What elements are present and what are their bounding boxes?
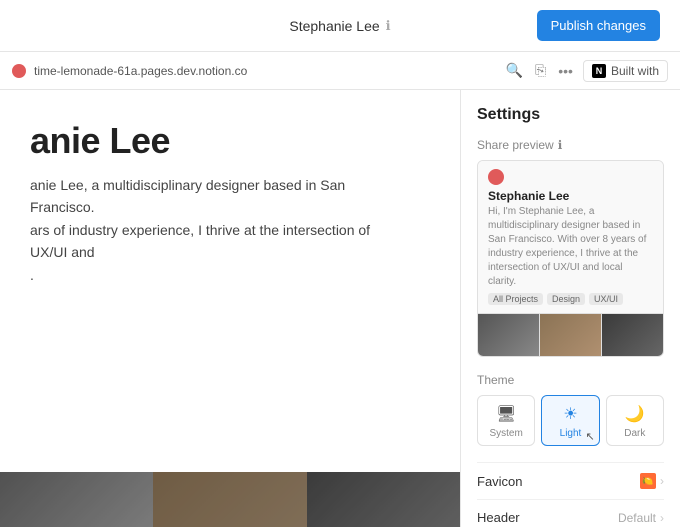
copy-icon[interactable]: ⎘ xyxy=(533,60,548,81)
tag-design: Design xyxy=(547,293,585,305)
info-icon[interactable]: ℹ xyxy=(386,18,391,34)
search-icon[interactable]: 🔍 xyxy=(504,60,525,81)
thumbnail-1 xyxy=(0,472,153,527)
share-img-1 xyxy=(478,314,540,356)
theme-dark-button[interactable]: 🌙 Dark xyxy=(606,395,664,446)
preview-title: anie Lee xyxy=(30,120,430,162)
dark-theme-icon: 🌙 xyxy=(625,404,645,424)
built-with-button[interactable]: N Built with xyxy=(583,60,668,82)
favicon-label: Favicon xyxy=(477,474,523,489)
theme-light-button[interactable]: ☀ Light ↖ xyxy=(541,395,599,446)
share-preview-card: Stephanie Lee Hi, I'm Stephanie Lee, a m… xyxy=(477,160,664,357)
share-tags: All Projects Design UX/UI xyxy=(488,293,653,305)
preview-panel: anie Lee anie Lee, a multidisciplinary d… xyxy=(0,90,460,527)
share-site-desc: Hi, I'm Stephanie Lee, a multidisciplina… xyxy=(488,205,653,289)
header-value-text: Default xyxy=(618,511,656,525)
share-site-title: Stephanie Lee xyxy=(488,189,653,203)
header-value: Default › xyxy=(618,511,664,525)
thumbnail-3 xyxy=(307,472,460,527)
main-area: anie Lee anie Lee, a multidisciplinary d… xyxy=(0,90,680,527)
tag-all-projects: All Projects xyxy=(488,293,543,305)
settings-panel: Settings Share preview ℹ Stephanie Lee H… xyxy=(460,90,680,527)
favicon-preview-icon: 🍋 xyxy=(640,473,656,489)
theme-options: 🖥 System ☀ Light ↖ 🌙 Dark xyxy=(477,395,664,446)
url-actions: 🔍 ⎘ ••• N Built with xyxy=(504,60,668,82)
built-with-label: Built with xyxy=(611,64,659,78)
more-icon[interactable]: ••• xyxy=(556,61,575,81)
share-preview-label: Share preview ℹ xyxy=(477,138,664,152)
share-images xyxy=(478,314,663,356)
favicon-value: 🍋 › xyxy=(640,473,664,489)
publish-button[interactable]: Publish changes xyxy=(537,10,660,41)
share-preview-header: Stephanie Lee Hi, I'm Stephanie Lee, a m… xyxy=(478,161,663,314)
theme-system-button[interactable]: 🖥 System xyxy=(477,395,535,446)
cursor-indicator: ↖ xyxy=(585,430,594,443)
top-bar: Stephanie Lee ℹ Publish changes xyxy=(0,0,680,52)
url-bar: time-lemonade-61a.pages.dev.notion.co 🔍 … xyxy=(0,52,680,90)
share-img-3 xyxy=(602,314,663,356)
system-theme-label: System xyxy=(489,428,522,439)
header-chevron-icon: › xyxy=(660,511,664,525)
page-title: Stephanie Lee xyxy=(289,18,379,34)
header-row[interactable]: Header Default › xyxy=(477,499,664,527)
tag-uxui: UX/UI xyxy=(589,293,623,305)
favicon-chevron-icon: › xyxy=(660,474,664,488)
dark-theme-label: Dark xyxy=(624,428,645,439)
settings-title: Settings xyxy=(477,106,664,124)
theme-section-label: Theme xyxy=(477,373,664,387)
share-img-2 xyxy=(540,314,602,356)
light-theme-icon: ☀ xyxy=(563,404,577,424)
notion-logo-icon: N xyxy=(592,64,606,78)
page-title-area: Stephanie Lee ℹ xyxy=(289,18,390,34)
thumbnail-2 xyxy=(153,472,306,527)
header-label: Header xyxy=(477,510,520,525)
preview-content: anie Lee anie Lee, a multidisciplinary d… xyxy=(30,110,430,286)
url-favicon-icon xyxy=(12,64,26,78)
thumbnail-row xyxy=(0,472,460,527)
share-info-icon[interactable]: ℹ xyxy=(558,138,563,152)
url-text: time-lemonade-61a.pages.dev.notion.co xyxy=(34,64,496,78)
share-favicon-icon xyxy=(488,169,504,185)
system-theme-icon: 🖥 xyxy=(496,404,516,424)
preview-description: anie Lee, a multidisciplinary designer b… xyxy=(30,174,410,286)
light-theme-label: Light xyxy=(560,428,582,439)
favicon-row[interactable]: Favicon 🍋 › xyxy=(477,462,664,499)
